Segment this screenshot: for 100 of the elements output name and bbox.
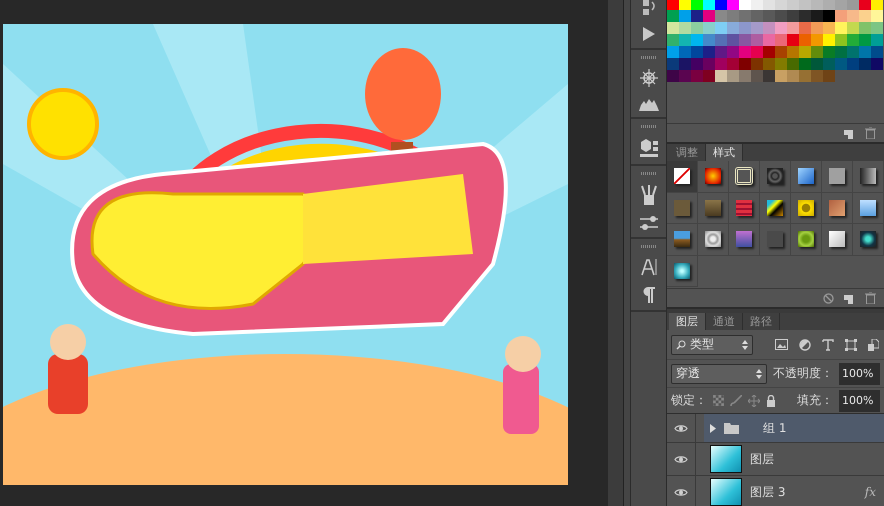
filter-dropdown[interactable]: 类型 bbox=[671, 334, 753, 354]
color-swatch[interactable] bbox=[835, 0, 847, 10]
color-swatch[interactable] bbox=[679, 34, 691, 46]
color-swatch[interactable] bbox=[691, 58, 703, 70]
style-thumbnail-icon[interactable] bbox=[674, 231, 690, 248]
expand-caret-icon[interactable] bbox=[710, 424, 716, 432]
cube-icon[interactable] bbox=[638, 138, 658, 158]
layer-row[interactable]: 图层 3 fx bbox=[704, 476, 884, 506]
style-thumbnail-icon[interactable] bbox=[674, 262, 690, 279]
color-swatch[interactable] bbox=[811, 46, 823, 58]
color-swatch[interactable] bbox=[691, 34, 703, 46]
style-thumbnail-icon[interactable] bbox=[798, 200, 814, 216]
color-swatch[interactable] bbox=[763, 46, 775, 58]
color-swatch[interactable] bbox=[859, 0, 871, 10]
color-swatch[interactable] bbox=[727, 10, 739, 22]
color-swatch[interactable] bbox=[775, 0, 787, 10]
color-swatch[interactable] bbox=[691, 0, 703, 10]
color-swatch[interactable] bbox=[667, 58, 679, 70]
color-swatch[interactable] bbox=[727, 46, 739, 58]
color-swatch[interactable] bbox=[727, 22, 739, 34]
brushes-icon[interactable] bbox=[640, 185, 658, 205]
color-swatch[interactable] bbox=[715, 46, 727, 58]
color-swatch[interactable] bbox=[703, 10, 715, 22]
color-swatch[interactable] bbox=[703, 34, 715, 46]
color-swatch[interactable] bbox=[763, 10, 775, 22]
color-swatch[interactable] bbox=[871, 0, 883, 10]
color-swatch[interactable] bbox=[799, 0, 811, 10]
color-swatch[interactable] bbox=[871, 10, 883, 22]
color-swatch[interactable] bbox=[775, 70, 787, 82]
color-swatch[interactable] bbox=[679, 46, 691, 58]
panel-tab[interactable]: 图层 bbox=[669, 313, 706, 330]
color-swatch[interactable] bbox=[679, 10, 691, 22]
color-swatch[interactable] bbox=[667, 70, 679, 82]
color-swatch[interactable] bbox=[739, 70, 751, 82]
color-swatch[interactable] bbox=[859, 34, 871, 46]
color-swatch[interactable] bbox=[835, 58, 847, 70]
color-swatch[interactable] bbox=[667, 10, 679, 22]
move-icon[interactable] bbox=[748, 394, 760, 406]
color-swatch[interactable] bbox=[667, 46, 679, 58]
image-icon[interactable] bbox=[775, 339, 788, 350]
history-icon[interactable] bbox=[640, 0, 656, 16]
color-swatch[interactable] bbox=[823, 0, 835, 10]
layer-row[interactable]: 组 1 bbox=[704, 414, 884, 442]
color-swatch[interactable] bbox=[739, 34, 751, 46]
opacity-field[interactable]: 100% bbox=[839, 362, 880, 384]
layer-row[interactable]: 图层 bbox=[704, 443, 884, 475]
color-swatch[interactable] bbox=[823, 46, 835, 58]
color-swatch[interactable] bbox=[787, 22, 799, 34]
style-thumbnail-icon[interactable] bbox=[798, 168, 814, 184]
character-icon[interactable] bbox=[640, 258, 656, 276]
color-swatch[interactable] bbox=[763, 58, 775, 70]
style-thumbnail-icon[interactable] bbox=[860, 168, 876, 184]
color-swatch[interactable] bbox=[751, 0, 763, 10]
color-swatch[interactable] bbox=[679, 22, 691, 34]
color-swatch[interactable] bbox=[811, 70, 823, 82]
color-swatch[interactable] bbox=[751, 58, 763, 70]
color-swatch[interactable] bbox=[703, 46, 715, 58]
eye-icon[interactable] bbox=[674, 488, 688, 496]
style-thumbnail-icon[interactable] bbox=[798, 231, 814, 248]
style-thumbnail-icon[interactable] bbox=[767, 168, 783, 184]
color-swatch[interactable] bbox=[763, 22, 775, 34]
color-swatch[interactable] bbox=[835, 34, 847, 46]
color-swatch[interactable] bbox=[787, 34, 799, 46]
style-thumbnail-icon[interactable] bbox=[767, 231, 783, 248]
trash-icon[interactable] bbox=[865, 292, 876, 304]
color-swatch[interactable] bbox=[799, 10, 811, 22]
color-swatch[interactable] bbox=[727, 58, 739, 70]
style-thumbnail-icon[interactable] bbox=[674, 200, 690, 216]
color-swatch[interactable] bbox=[691, 10, 703, 22]
color-swatch[interactable] bbox=[811, 34, 823, 46]
eye-icon[interactable] bbox=[674, 454, 688, 464]
color-swatch[interactable] bbox=[667, 22, 679, 34]
color-swatch[interactable] bbox=[823, 58, 835, 70]
color-swatch[interactable] bbox=[787, 58, 799, 70]
style-thumbnail-icon[interactable] bbox=[736, 231, 752, 248]
color-swatch[interactable] bbox=[751, 34, 763, 46]
color-swatch[interactable] bbox=[739, 0, 751, 10]
color-swatch[interactable] bbox=[871, 58, 883, 70]
color-swatch[interactable] bbox=[835, 46, 847, 58]
color-swatch[interactable] bbox=[847, 58, 859, 70]
play-icon[interactable] bbox=[642, 26, 656, 42]
color-swatch[interactable] bbox=[667, 34, 679, 46]
trash-icon[interactable] bbox=[865, 127, 876, 139]
color-swatch[interactable] bbox=[787, 46, 799, 58]
color-swatch[interactable] bbox=[871, 46, 883, 58]
style-thumbnail-icon[interactable] bbox=[705, 168, 721, 184]
wheel-icon[interactable] bbox=[640, 69, 658, 87]
color-swatch[interactable] bbox=[715, 0, 727, 10]
lock-icon[interactable] bbox=[766, 394, 776, 406]
color-swatch[interactable] bbox=[715, 10, 727, 22]
color-swatch[interactable] bbox=[703, 58, 715, 70]
color-swatch[interactable] bbox=[835, 10, 847, 22]
color-swatch[interactable] bbox=[811, 0, 823, 10]
color-swatch[interactable] bbox=[835, 22, 847, 34]
color-swatch[interactable] bbox=[823, 34, 835, 46]
color-swatch[interactable] bbox=[859, 46, 871, 58]
color-swatch[interactable] bbox=[715, 58, 727, 70]
color-swatch[interactable] bbox=[763, 70, 775, 82]
color-swatch[interactable] bbox=[715, 34, 727, 46]
color-swatch[interactable] bbox=[799, 22, 811, 34]
